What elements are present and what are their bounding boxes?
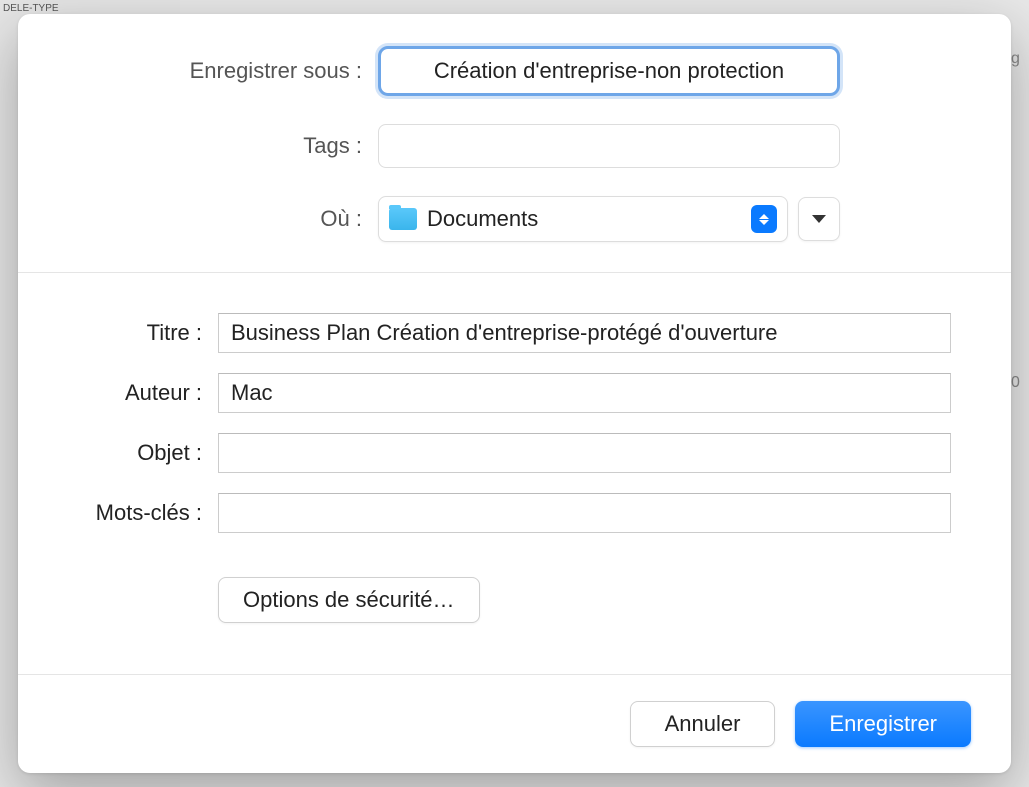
save-dialog: Enregistrer sous : Tags : Où : Documents bbox=[18, 14, 1011, 773]
keywords-row: Mots-clés : bbox=[58, 493, 951, 533]
subject-row: Objet : bbox=[58, 433, 951, 473]
dialog-top-section: Enregistrer sous : Tags : Où : Documents bbox=[18, 14, 1011, 273]
chevron-down-icon bbox=[812, 215, 826, 223]
subject-input[interactable] bbox=[218, 433, 951, 473]
security-options-button[interactable]: Options de sécurité… bbox=[218, 577, 480, 623]
where-select[interactable]: Documents bbox=[378, 196, 788, 242]
expand-button[interactable] bbox=[798, 197, 840, 241]
where-selected-label: Documents bbox=[427, 206, 751, 232]
author-input[interactable] bbox=[218, 373, 951, 413]
title-label: Titre : bbox=[58, 320, 218, 346]
save-button[interactable]: Enregistrer bbox=[795, 701, 971, 747]
author-label: Auteur : bbox=[58, 380, 218, 406]
dialog-metadata-section: Titre : Auteur : Objet : Mots-clés : Opt… bbox=[18, 273, 1011, 675]
save-as-input[interactable] bbox=[378, 46, 840, 96]
keywords-input[interactable] bbox=[218, 493, 951, 533]
subject-label: Objet : bbox=[58, 440, 218, 466]
keywords-label: Mots-clés : bbox=[58, 500, 218, 526]
folder-icon bbox=[389, 208, 417, 230]
where-label: Où : bbox=[78, 206, 378, 232]
select-arrows-icon bbox=[751, 205, 777, 233]
where-row: Où : Documents bbox=[78, 196, 951, 242]
tags-input[interactable] bbox=[378, 124, 840, 168]
title-input[interactable] bbox=[218, 313, 951, 353]
dialog-bottom-section: Annuler Enregistrer bbox=[18, 675, 1011, 773]
save-as-row: Enregistrer sous : bbox=[78, 46, 951, 96]
save-as-label: Enregistrer sous : bbox=[78, 58, 378, 84]
tags-label: Tags : bbox=[78, 133, 378, 159]
background-right: g0 bbox=[1011, 50, 1029, 392]
tags-row: Tags : bbox=[78, 124, 951, 168]
title-row: Titre : bbox=[58, 313, 951, 353]
author-row: Auteur : bbox=[58, 373, 951, 413]
cancel-button[interactable]: Annuler bbox=[630, 701, 776, 747]
